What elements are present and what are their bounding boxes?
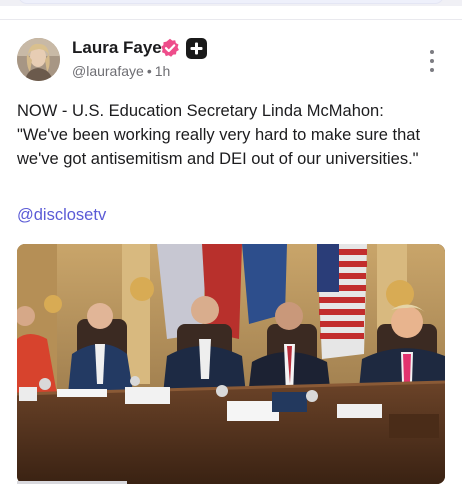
post-body: NOW - U.S. Education Secretary Linda McM… xyxy=(17,102,421,168)
author-handle[interactable]: @laurafaye xyxy=(72,63,144,79)
video-progress-bar[interactable] xyxy=(17,481,127,484)
verified-badge-icon xyxy=(160,38,180,58)
more-dot xyxy=(430,59,434,63)
author-name[interactable]: Laura Faye xyxy=(72,38,162,58)
author-meta: @laurafaye • 1h xyxy=(72,63,170,79)
post-time[interactable]: 1h xyxy=(155,63,171,79)
plus-badge-icon xyxy=(186,38,207,59)
divider xyxy=(0,19,462,20)
user-avatar[interactable] xyxy=(17,38,60,81)
meta-separator: • xyxy=(146,63,152,79)
compose-bar-edge[interactable] xyxy=(18,0,444,4)
more-dot xyxy=(430,50,434,54)
post-video-thumbnail[interactable] xyxy=(17,244,445,484)
more-vertical-icon[interactable] xyxy=(424,50,440,72)
more-dot xyxy=(430,68,434,72)
mention-link[interactable]: @disclosetv xyxy=(17,206,106,225)
